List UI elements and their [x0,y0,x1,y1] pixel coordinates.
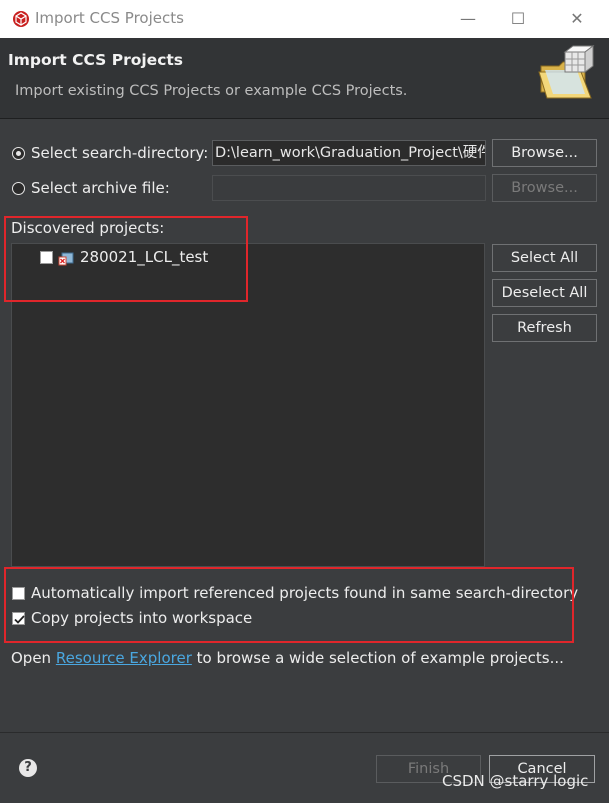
help-icon[interactable]: ? [19,759,37,777]
info-suffix: to browse a wide selection of example pr… [191,649,564,667]
ccs-app-icon [13,11,29,27]
search-directory-radio[interactable] [12,147,25,160]
import-folder-icon [538,45,595,99]
archive-file-label: Select archive file: [31,179,170,197]
csdn-watermark: CSDN @starry logic [442,772,589,790]
browse-archive-button[interactable]: Browse... [492,174,597,202]
archive-file-radio[interactable] [12,182,25,195]
page-title: Import CCS Projects [8,51,184,69]
deselect-all-button[interactable]: Deselect All [492,279,597,307]
maximize-button[interactable]: ☐ [503,8,533,30]
resource-explorer-info: Open Resource Explorer to browse a wide … [11,649,564,667]
archive-file-input[interactable] [212,175,486,201]
wizard-header: Import CCS Projects Import existing CCS … [0,38,609,119]
window-titlebar: Import CCS Projects — ☐ ✕ [0,0,609,38]
search-directory-label: Select search-directory: [31,144,209,162]
minimize-button[interactable]: — [453,8,483,30]
highlight-box-projects [4,216,248,302]
resource-explorer-link[interactable]: Resource Explorer [56,649,192,667]
close-button[interactable]: ✕ [562,8,592,30]
browse-directory-button[interactable]: Browse... [492,139,597,167]
window-title: Import CCS Projects [35,9,184,27]
search-directory-input[interactable]: D:\learn_work\Graduation_Project\硬件 [212,140,486,166]
highlight-box-options [4,567,574,643]
page-subtitle: Import existing CCS Projects or example … [15,83,408,99]
select-all-button[interactable]: Select All [492,244,597,272]
refresh-button[interactable]: Refresh [492,314,597,342]
info-prefix: Open [11,649,56,667]
